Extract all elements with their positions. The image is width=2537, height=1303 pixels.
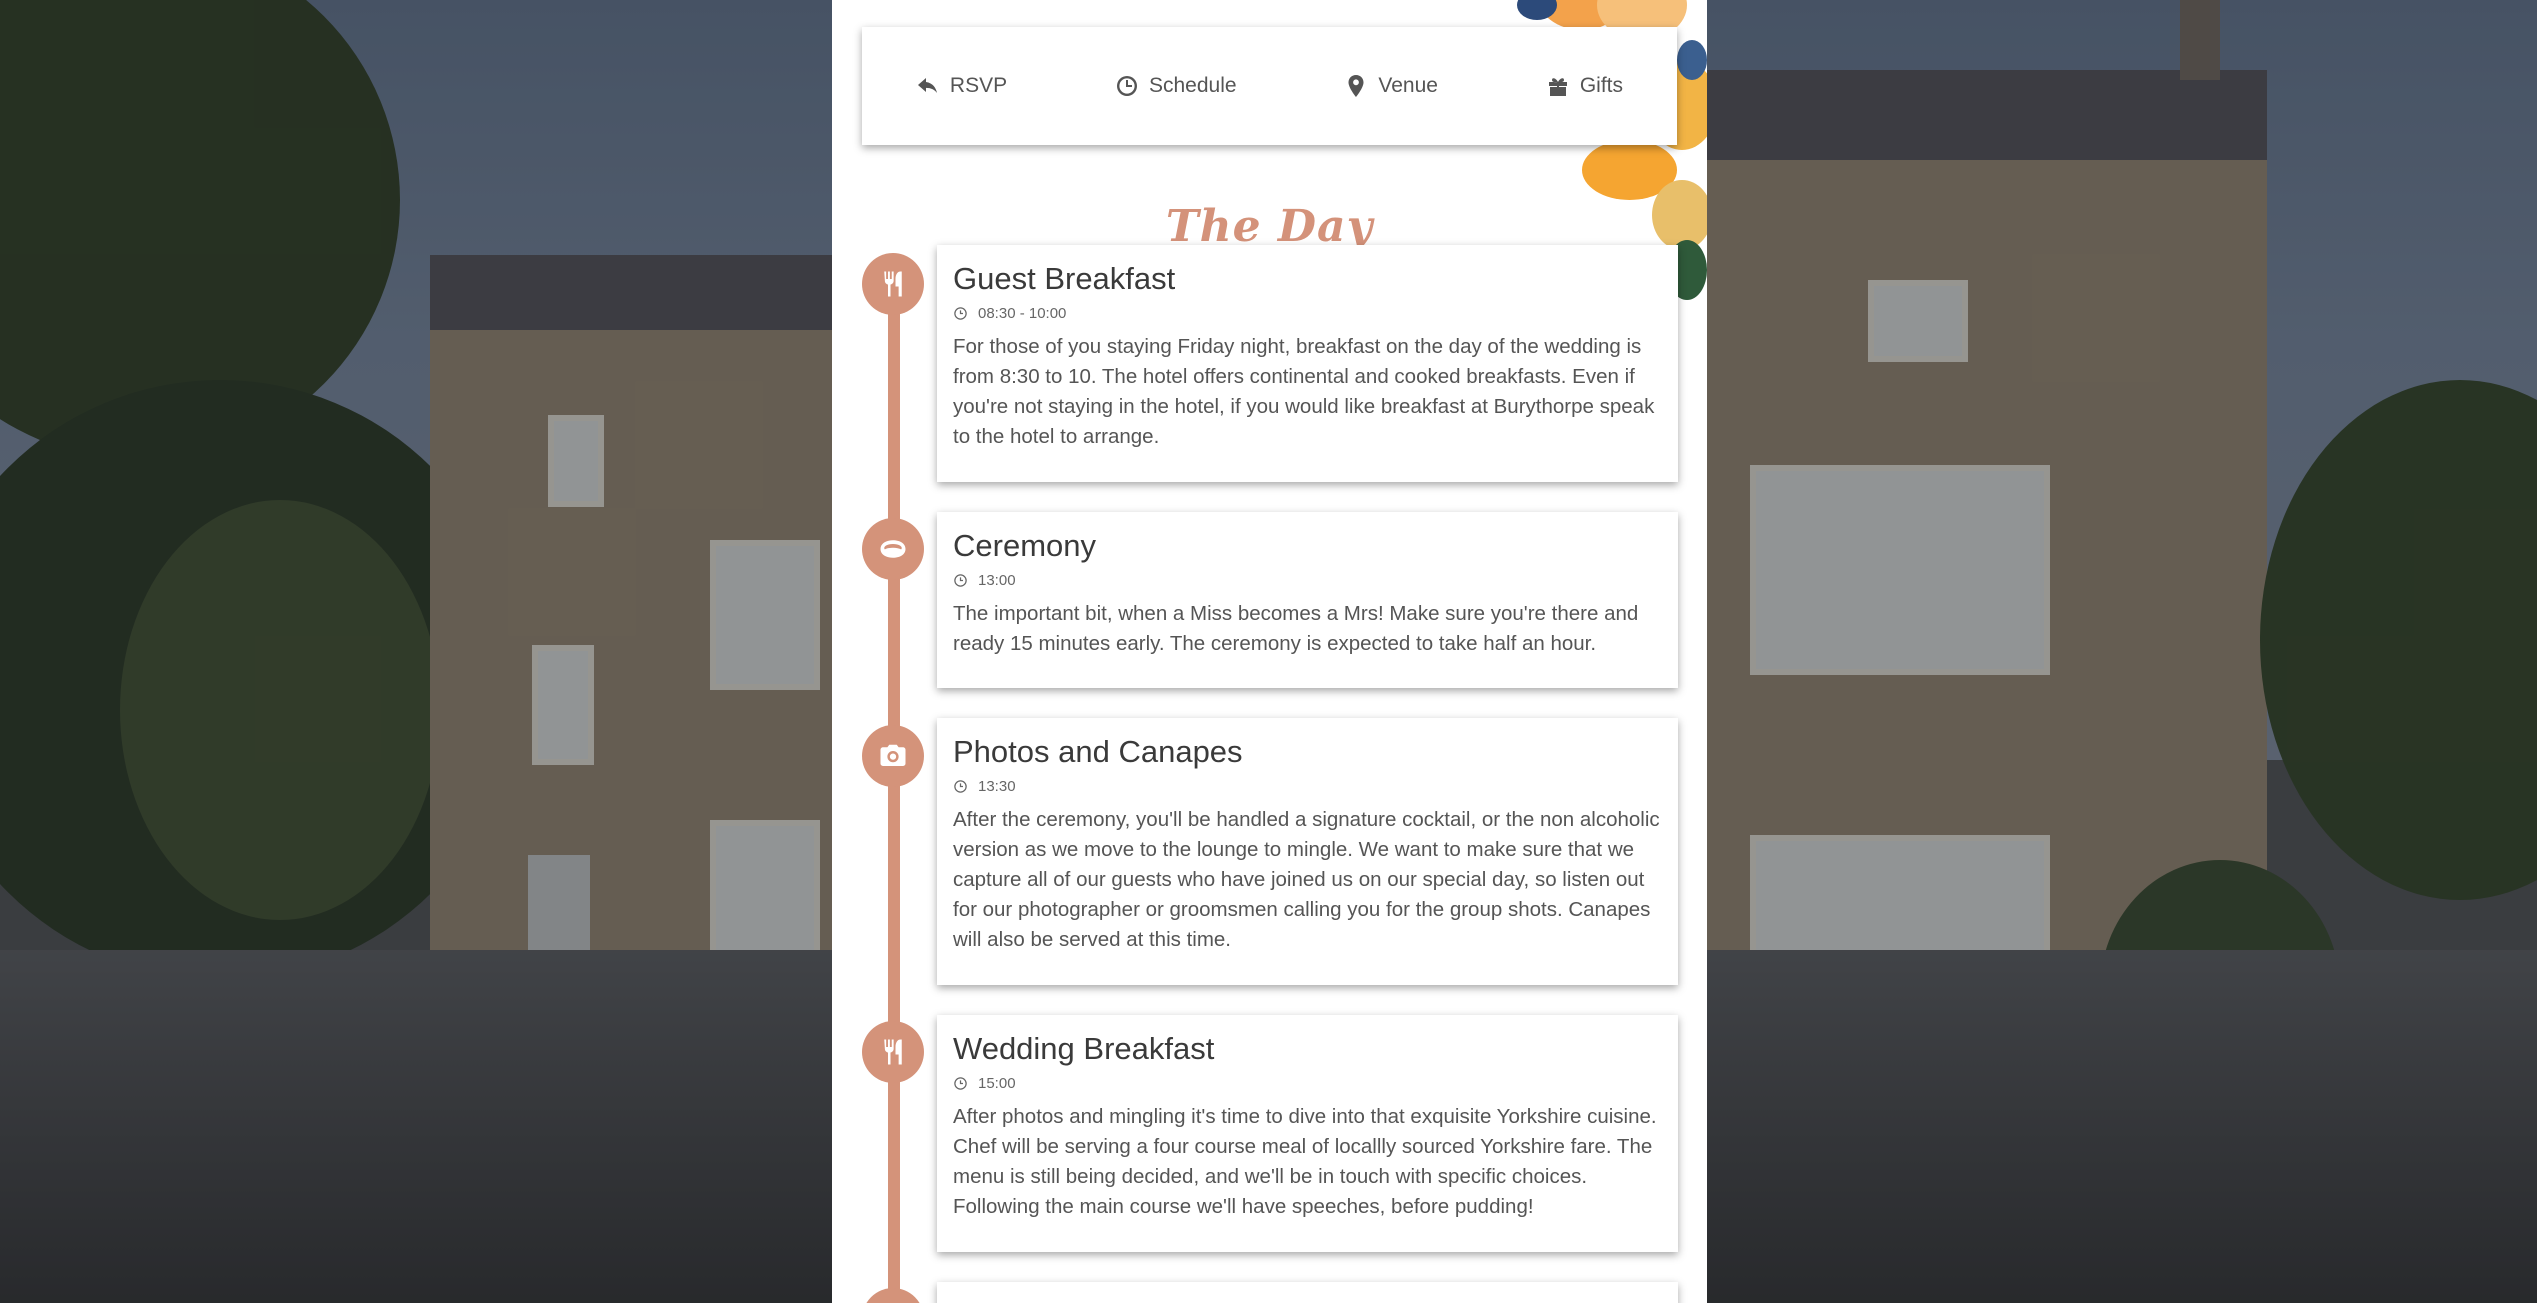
cutlery-icon (862, 1021, 924, 1083)
event-time: 13:30 (978, 778, 1016, 795)
event-title: Guest Breakfast (953, 261, 1176, 296)
map-marker-icon (1348, 75, 1364, 97)
event-time-row: 13:00 (953, 572, 1660, 589)
clock-icon (954, 307, 967, 320)
event-time-row: 13:30 (953, 778, 1660, 795)
nav-schedule[interactable]: Schedule (1115, 74, 1237, 98)
event-description: The important bit, when a Miss becomes a… (953, 602, 1639, 655)
event-time-row: 15:00 (953, 1075, 1660, 1092)
ring-icon (862, 518, 924, 580)
reply-icon (917, 78, 937, 93)
cutlery-icon (862, 253, 924, 315)
event-description: After photos and mingling it's time to d… (953, 1105, 1657, 1218)
nav-gifts[interactable]: Gifts (1546, 74, 1623, 98)
nav-venue-label: Venue (1378, 74, 1438, 97)
event-time: 08:30 - 10:00 (978, 305, 1067, 322)
nav-venue[interactable]: Venue (1344, 74, 1438, 98)
event-description: For those of you staying Friday night, b… (953, 335, 1655, 448)
content-column: RSVP Schedule Venue Gifts The Day Guest … (832, 0, 1707, 1303)
nav-rsvp-label: RSVP (949, 74, 1008, 97)
event-title: Photos and Canapes (953, 734, 1243, 769)
clock-icon (954, 1077, 967, 1090)
event-time: 13:00 (978, 572, 1016, 589)
next-event-icon (862, 1288, 924, 1303)
nav-schedule-label: Schedule (1148, 74, 1237, 97)
event-title: Ceremony (953, 528, 1096, 563)
event-description: After the ceremony, you'll be handled a … (953, 808, 1660, 951)
main-navbar: RSVP Schedule Venue Gifts (862, 27, 1677, 145)
event-card: Ceremony 13:00 The important bit, when a… (937, 512, 1678, 688)
next-event-card (937, 1282, 1678, 1303)
event-title: Wedding Breakfast (953, 1031, 1215, 1066)
event-card: Photos and Canapes 13:30 After the cerem… (937, 718, 1678, 985)
nav-gifts-label: Gifts (1579, 74, 1624, 97)
event-card: Wedding Breakfast 15:00 After photos and… (937, 1015, 1678, 1252)
event-time: 15:00 (978, 1075, 1016, 1092)
clock-icon (954, 780, 967, 793)
camera-icon (862, 725, 924, 787)
event-time-row: 08:30 - 10:00 (953, 305, 1660, 322)
nav-rsvp[interactable]: RSVP (916, 74, 1007, 98)
event-card: Guest Breakfast 08:30 - 10:00 For those … (937, 245, 1678, 482)
clock-icon (1116, 76, 1137, 96)
timeline-line (888, 282, 900, 1303)
gift-icon (1548, 78, 1567, 96)
clock-icon (954, 574, 967, 587)
